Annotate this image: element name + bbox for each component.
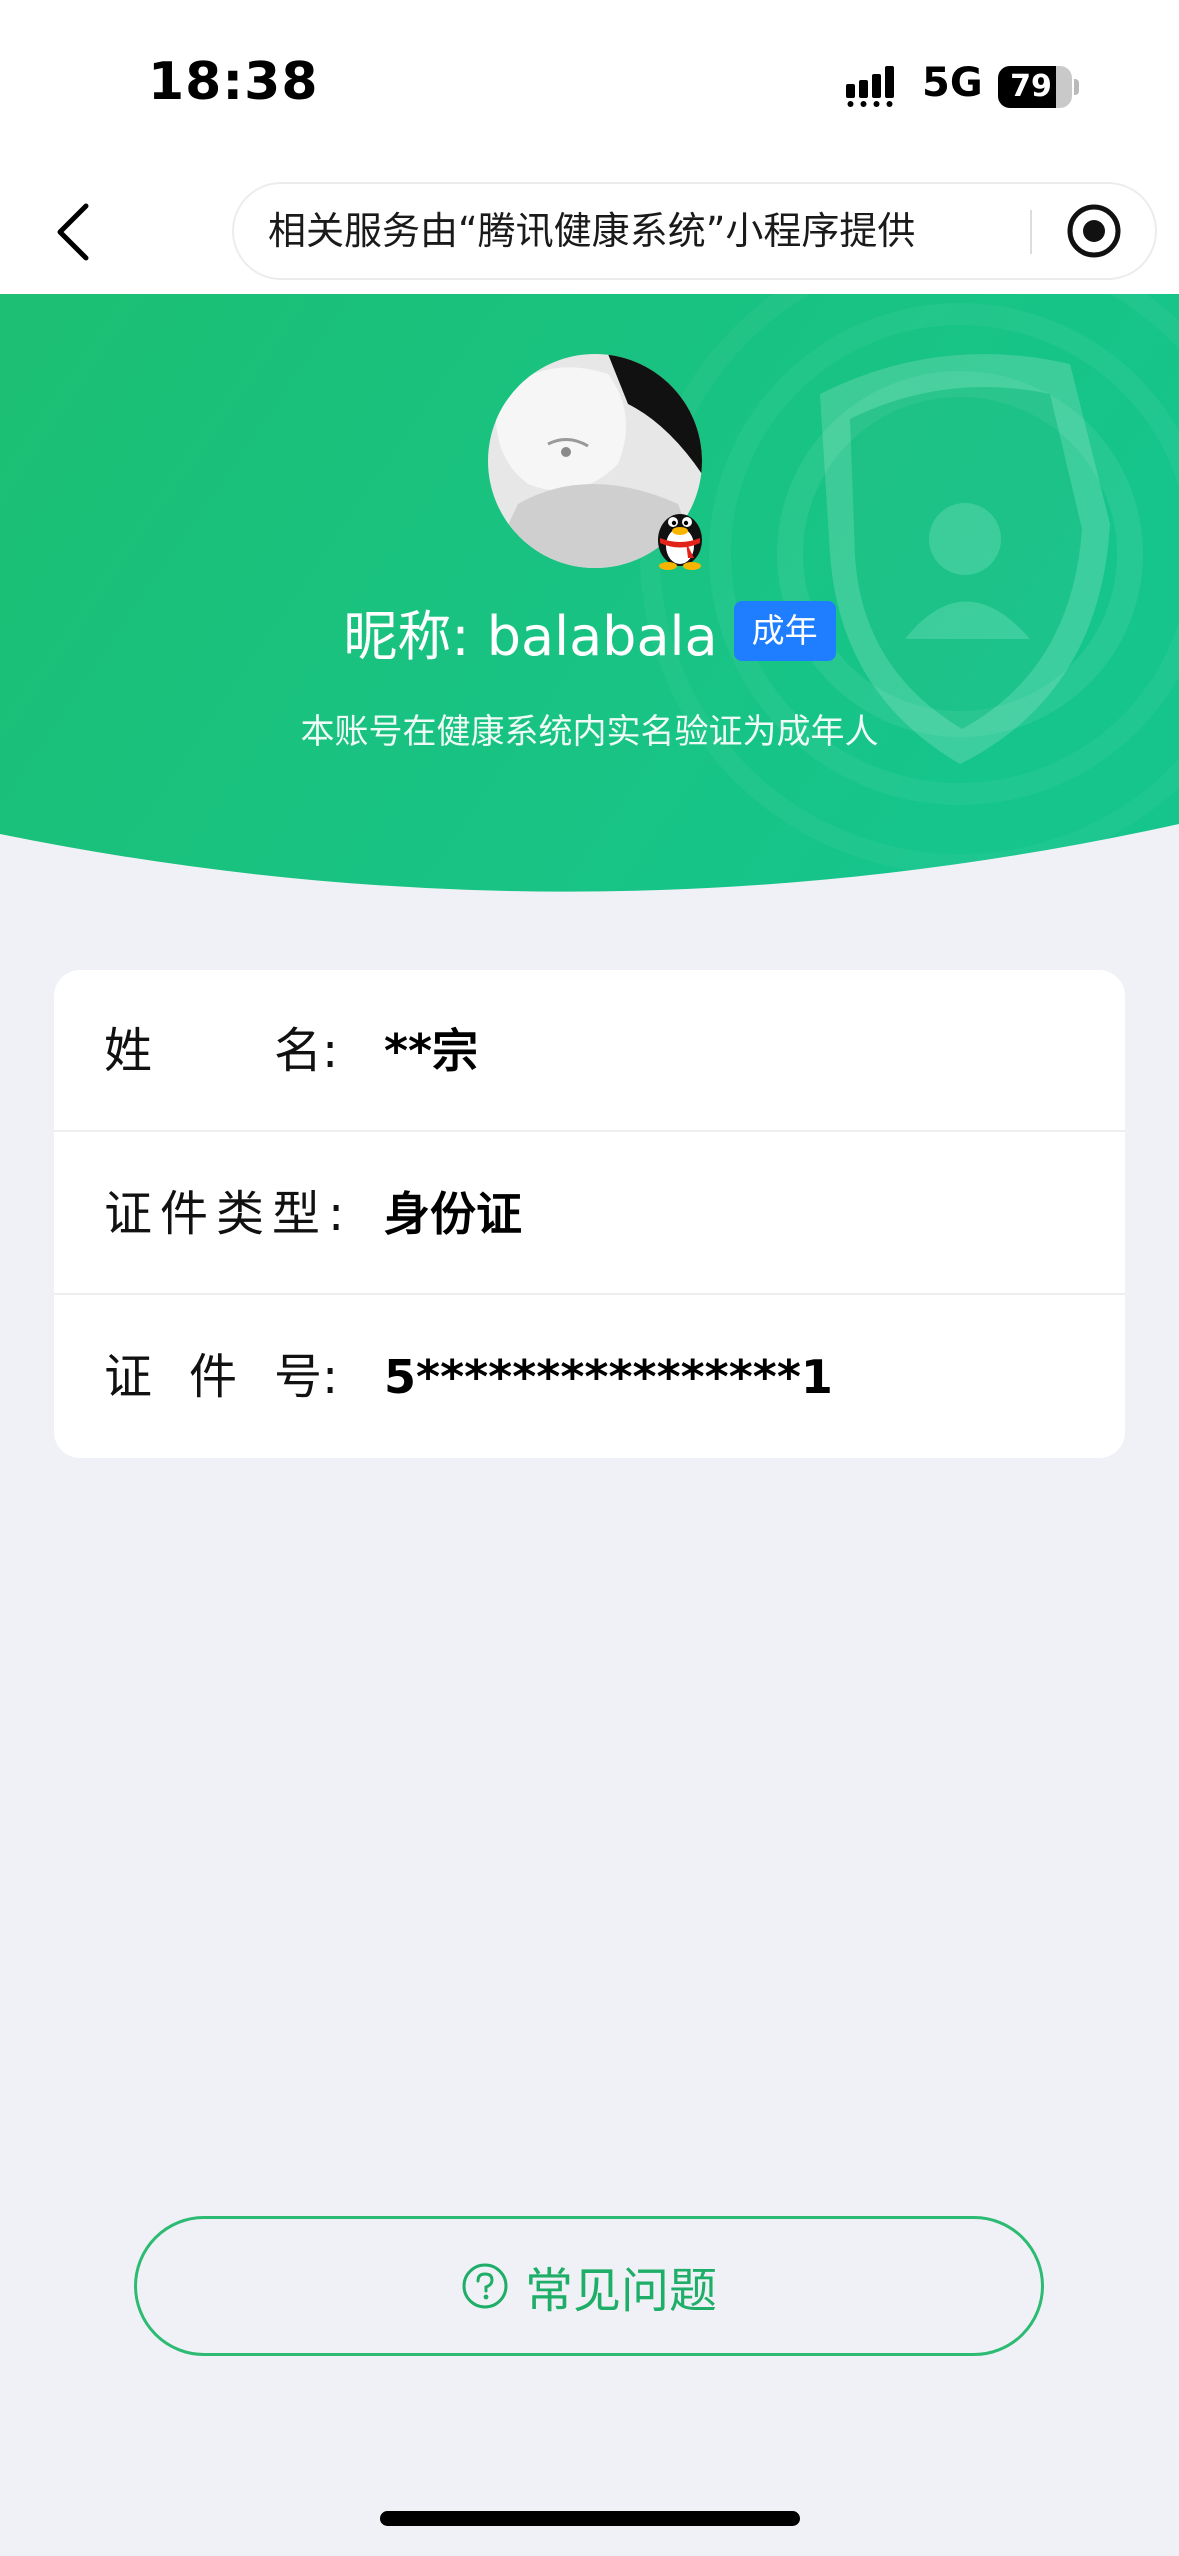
name-row: 姓 名: **宗	[54, 970, 1125, 1132]
id-number-label-char: 证	[104, 1349, 153, 1405]
back-button[interactable]	[36, 192, 116, 272]
status-time: 18:38	[148, 52, 319, 112]
network-type: 5G	[922, 60, 983, 106]
id-number-row: 证 件 号: 5****************1	[54, 1296, 1125, 1458]
name-label-char: 名:	[274, 1023, 339, 1079]
battery-nub	[1074, 79, 1079, 95]
id-number-label-char: 件	[189, 1349, 238, 1405]
id-type-value: 身份证	[384, 1187, 522, 1241]
faq-label: 常见问题	[524, 2263, 717, 2319]
name-label-char: 姓	[104, 1023, 153, 1079]
battery-icon: 79	[998, 66, 1079, 110]
cellular-signal-icon	[846, 66, 894, 107]
record-target-icon[interactable]	[1064, 201, 1124, 261]
id-number-label: 证 件 号:	[104, 1296, 394, 1458]
row-divider	[54, 1293, 1125, 1295]
name-label: 姓 名:	[104, 970, 394, 1132]
id-number-label-char: 号:	[274, 1349, 339, 1405]
status-bar: 18:38 5G 79	[0, 0, 1179, 170]
nickname: 昵称: balabala	[343, 604, 718, 668]
nickname-row: 昵称: balabala 成年	[0, 596, 1179, 668]
battery-body: 79	[998, 66, 1072, 108]
chevron-left-icon	[57, 203, 89, 261]
name-value: **宗	[384, 1024, 479, 1078]
faq-button[interactable]: 常见问题	[134, 2216, 1044, 2356]
verification-note: 本账号在健康系统内实名验证为成年人	[300, 712, 879, 752]
capsule-divider	[1030, 210, 1032, 254]
profile-header: 昵称: balabala 成年 本账号在健康系统内实名验证为成年人	[0, 294, 1179, 894]
id-number-value: 5****************1	[384, 1350, 833, 1404]
provider-notice: 相关服务由“腾讯健康系统”小程序提供	[268, 209, 916, 253]
provider-capsule[interactable]: 相关服务由“腾讯健康系统”小程序提供	[232, 182, 1157, 280]
row-divider	[54, 1130, 1125, 1132]
home-indicator[interactable]	[380, 2511, 800, 2526]
id-type-row: 证件类型: 身份证	[54, 1133, 1125, 1295]
question-circle-icon	[462, 2263, 508, 2309]
identity-card: 姓 名: **宗 证件类型: 身份证 证 件 号: 5*************…	[54, 970, 1125, 1458]
id-type-label: 证件类型:	[104, 1186, 353, 1242]
qq-penguin-icon	[658, 514, 702, 570]
adult-badge: 成年	[733, 601, 836, 661]
nav-bar: 相关服务由“腾讯健康系统”小程序提供	[0, 170, 1179, 294]
battery-level: 79	[1010, 69, 1052, 104]
